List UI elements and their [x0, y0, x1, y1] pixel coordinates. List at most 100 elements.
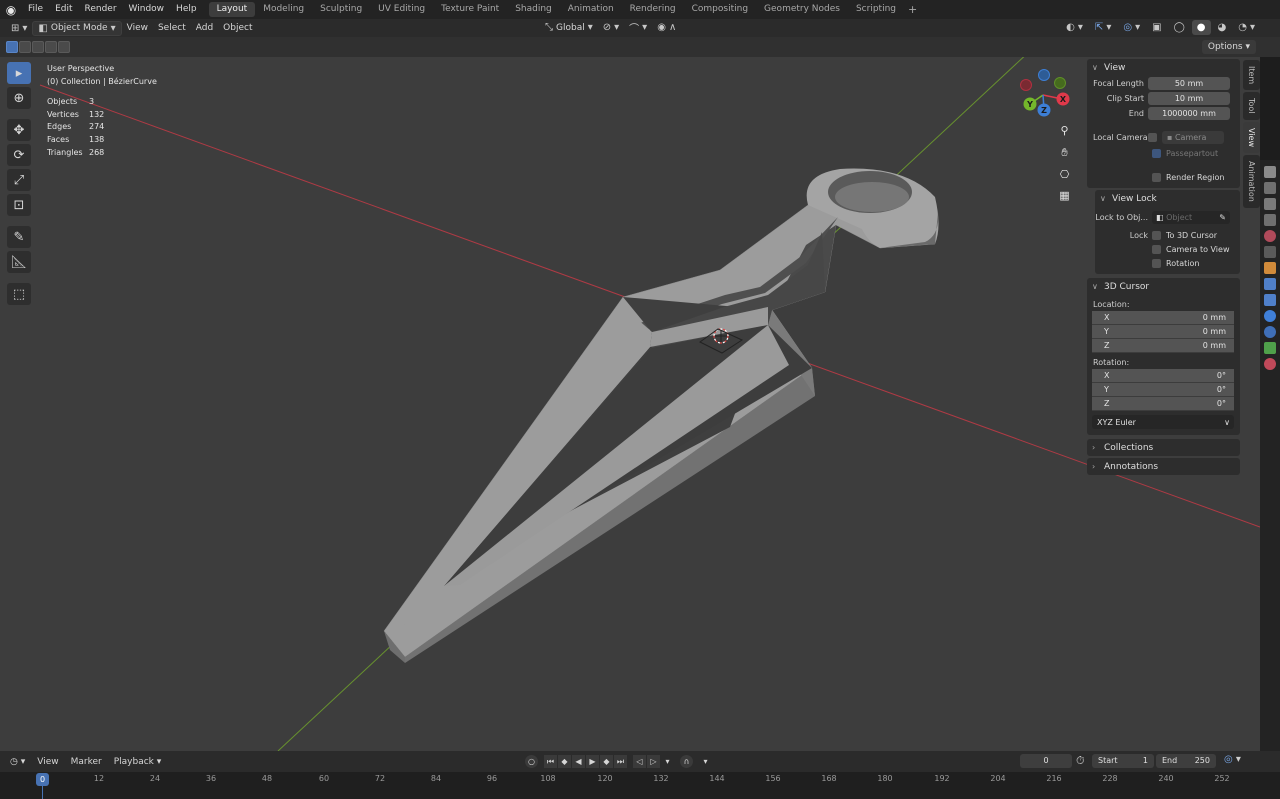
timeline-menu-view[interactable]: View — [31, 757, 64, 767]
modifier-properties-icon[interactable] — [1264, 278, 1276, 290]
keying-set-chevron[interactable]: ▾ — [699, 755, 712, 768]
menu-edit[interactable]: Edit — [49, 0, 78, 19]
shading-rendered-button[interactable]: ◔ ▾ — [1233, 20, 1260, 35]
zoom-button[interactable]: ⚲ — [1056, 122, 1073, 139]
menu-render[interactable]: Render — [79, 0, 123, 19]
proportional-edit-button[interactable]: ◉ ∧ — [652, 20, 681, 35]
cursor-location-z[interactable]: Z0 mm — [1092, 339, 1234, 353]
tab-sculpting[interactable]: Sculpting — [312, 2, 370, 17]
mode-select[interactable]: ◧ Object Mode ▾ — [32, 20, 122, 36]
object-properties-icon[interactable] — [1264, 262, 1276, 274]
navigation-gizmo[interactable]: X Y Z — [1016, 66, 1076, 118]
menu-object[interactable]: Object — [218, 21, 257, 36]
scene-properties-icon[interactable] — [1264, 230, 1276, 242]
blender-logo-icon[interactable]: ◉ — [0, 0, 22, 19]
rotate-tool[interactable]: ⟳ — [7, 144, 31, 166]
scale-tool[interactable]: ⤢ — [7, 169, 31, 191]
lock-to-cursor-checkbox[interactable] — [1152, 230, 1161, 240]
annotate-tool[interactable]: ✎ — [7, 226, 31, 248]
physics-properties-icon[interactable] — [1264, 310, 1276, 322]
timeline-ruler[interactable]: 0 12 24 36 48 60 72 84 96 108 120 132 14… — [0, 772, 1280, 799]
3d-viewport[interactable] — [0, 57, 1260, 751]
cursor-location-x[interactable]: X0 mm — [1092, 311, 1234, 325]
pivot-button[interactable]: ⊘ ▾ — [598, 20, 624, 35]
auto-keying-button[interactable]: ○ — [525, 755, 538, 768]
output-properties-icon[interactable] — [1264, 198, 1276, 210]
tab-tool[interactable]: Tool — [1243, 92, 1260, 120]
cursor-rotation-y[interactable]: Y 0° — [1092, 383, 1234, 397]
select-intersect-icon[interactable] — [58, 41, 70, 53]
menu-select[interactable]: Select — [153, 21, 191, 36]
view-lock-header[interactable]: ∨ View Lock — [1095, 190, 1240, 207]
tab-texture-paint[interactable]: Texture Paint — [433, 2, 507, 17]
xray-toggle-button[interactable]: ▣ — [1147, 20, 1166, 35]
data-properties-icon[interactable] — [1264, 342, 1276, 354]
keying-set-button[interactable]: ∩ — [680, 755, 693, 768]
shading-material-button[interactable]: ◕ — [1213, 20, 1232, 35]
menu-file[interactable]: File — [22, 0, 49, 19]
perspective-toggle-button[interactable]: ▦ — [1056, 187, 1073, 204]
playhead[interactable]: 0 — [36, 773, 49, 786]
tab-compositing[interactable]: Compositing — [684, 2, 756, 17]
snap-button[interactable]: ⌒ ▾ — [624, 20, 652, 35]
next-keyframe-button[interactable]: ◆ — [600, 755, 613, 768]
tab-scripting[interactable]: Scripting — [848, 2, 904, 17]
tab-rendering[interactable]: Rendering — [622, 2, 684, 17]
start-frame-field[interactable]: Start 1 — [1092, 754, 1154, 768]
pan-button[interactable]: ✋︎ — [1056, 144, 1073, 161]
timeline-menu-marker[interactable]: Marker — [65, 757, 108, 767]
local-camera-checkbox[interactable] — [1148, 133, 1157, 142]
measure-tool[interactable]: 📐︎ — [7, 251, 31, 273]
prev-keyframe-button[interactable]: ◆ — [558, 755, 571, 768]
tab-uv-editing[interactable]: UV Editing — [370, 2, 433, 17]
passepartout-checkbox[interactable] — [1152, 148, 1161, 158]
play-button[interactable]: ▶ — [586, 755, 599, 768]
transform-orientation-select[interactable]: ⤡ Global ▾ — [540, 20, 598, 35]
menu-window[interactable]: Window — [123, 0, 171, 19]
visibility-button[interactable]: ◐ ▾ — [1061, 20, 1088, 35]
render-region-checkbox[interactable] — [1152, 172, 1161, 182]
end-frame-field[interactable]: End 250 — [1156, 754, 1216, 768]
editor-type-button[interactable]: ⊞ ▾ — [6, 21, 32, 36]
select-extend-icon[interactable] — [19, 41, 31, 53]
jump-start-button[interactable]: ⏮ — [544, 755, 557, 768]
clip-start-field[interactable]: 10 mm — [1148, 92, 1230, 105]
3d-cursor-header[interactable]: ∨ 3D Cursor — [1087, 278, 1240, 295]
clip-end-field[interactable]: 1000000 mm — [1148, 107, 1230, 120]
prev-marker-button[interactable]: ◁ — [633, 755, 646, 768]
render-properties-icon[interactable] — [1264, 182, 1276, 194]
select-box-tool[interactable]: ▸ — [7, 62, 31, 84]
timeline-options-button[interactable]: ◎ ▾ — [1224, 754, 1241, 765]
transform-tool[interactable]: ⊡ — [7, 194, 31, 216]
overlays-toggle-button[interactable]: ◎ ▾ — [1118, 20, 1145, 35]
menu-view[interactable]: View — [122, 21, 153, 36]
neg-y-handle[interactable] — [1054, 77, 1066, 89]
menu-add[interactable]: Add — [191, 21, 218, 36]
keying-chevron-button[interactable]: ▾ — [661, 755, 674, 768]
rotation-mode-select[interactable]: XYZ Euler ∨ — [1092, 415, 1234, 429]
options-button[interactable]: Options ▾ — [1201, 40, 1256, 54]
camera-view-button[interactable]: ⎔ — [1056, 166, 1073, 183]
tab-animation[interactable]: Animation — [560, 2, 622, 17]
neg-x-handle[interactable] — [1020, 79, 1032, 91]
lock-object-field[interactable]: ◧ Object ✎ — [1152, 211, 1230, 224]
tool-properties-icon[interactable] — [1264, 166, 1276, 178]
shading-wireframe-button[interactable]: ◯ — [1169, 20, 1190, 35]
select-new-icon[interactable] — [6, 41, 18, 53]
lock-rotation-checkbox[interactable] — [1152, 258, 1161, 268]
collections-header[interactable]: › Collections — [1087, 439, 1240, 456]
neg-z-handle[interactable] — [1038, 69, 1050, 81]
gizmo-toggle-button[interactable]: ⇱ ▾ — [1090, 20, 1116, 35]
3d-cursor[interactable] — [713, 328, 729, 344]
tab-shading[interactable]: Shading — [507, 2, 560, 17]
cursor-rotation-z[interactable]: Z 0° — [1092, 397, 1234, 411]
tab-modeling[interactable]: Modeling — [255, 2, 312, 17]
add-workspace-button[interactable]: + — [904, 3, 921, 16]
use-preview-range-icon[interactable]: ⏱ — [1076, 754, 1085, 768]
cursor-location-y[interactable]: Y0 mm — [1092, 325, 1234, 339]
tab-view[interactable]: View — [1243, 121, 1260, 153]
select-subtract-icon[interactable] — [32, 41, 44, 53]
annotations-header[interactable]: › Annotations — [1087, 458, 1240, 475]
constraints-properties-icon[interactable] — [1264, 326, 1276, 338]
move-tool[interactable]: ✥ — [7, 119, 31, 141]
